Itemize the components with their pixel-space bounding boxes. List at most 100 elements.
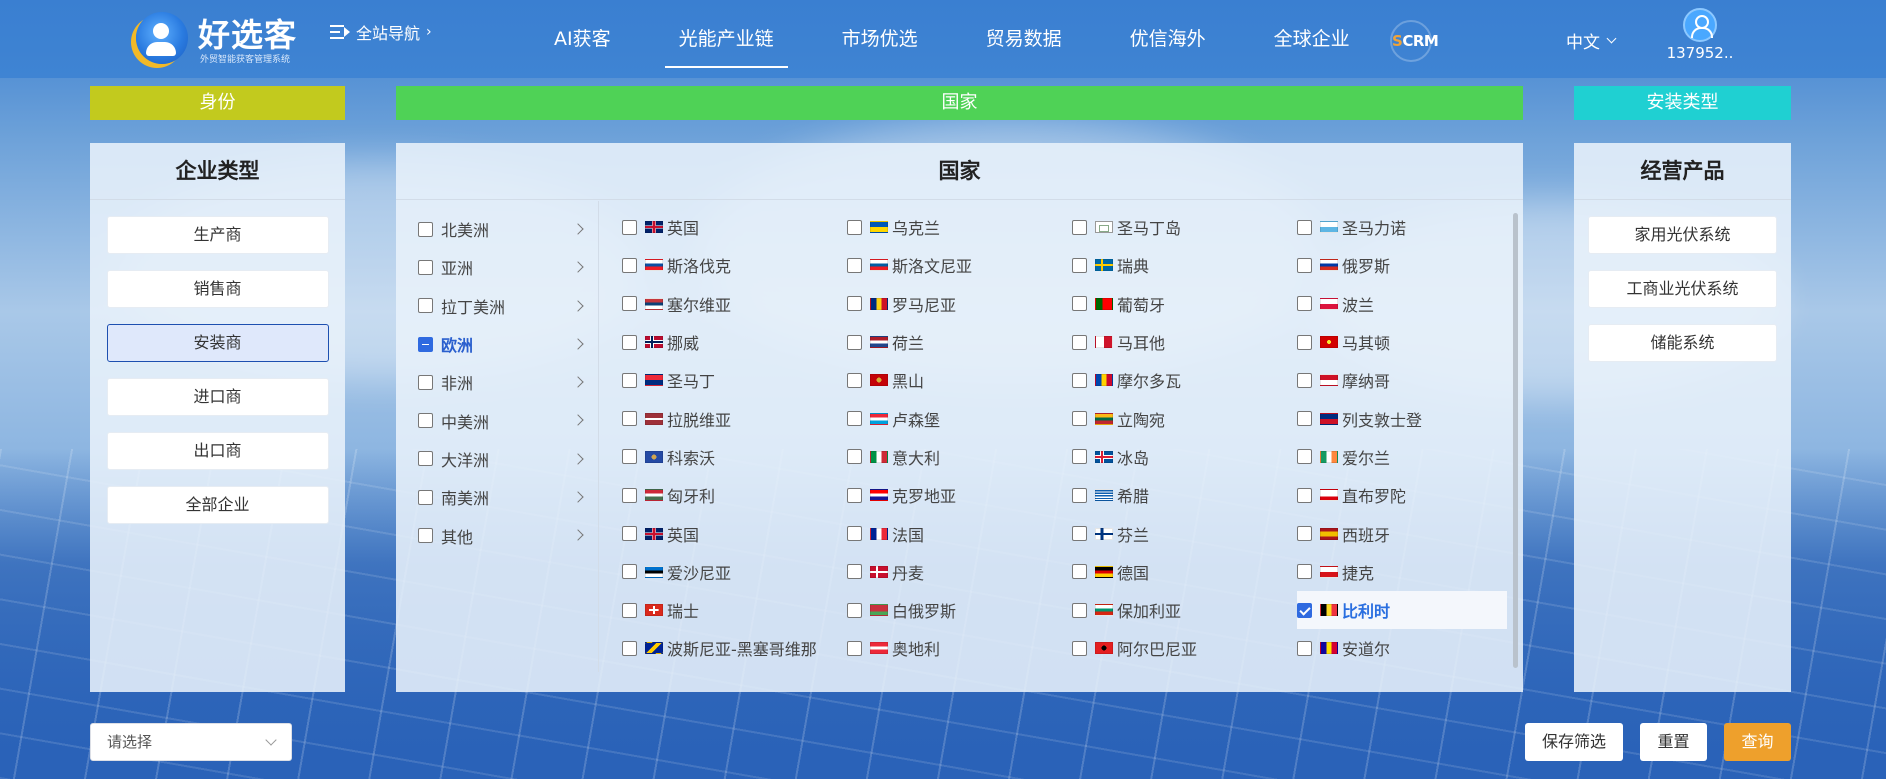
region-item[interactable]: 中美洲 bbox=[396, 401, 598, 439]
country-option[interactable]: 英国 bbox=[622, 514, 847, 552]
nav-item-1[interactable]: 光能产业链 bbox=[645, 0, 808, 70]
country-checkbox[interactable] bbox=[1072, 526, 1087, 542]
region-checkbox[interactable] bbox=[418, 489, 433, 505]
country-option[interactable]: 德国 bbox=[1072, 553, 1297, 591]
country-option[interactable]: 西班牙 bbox=[1297, 514, 1507, 552]
country-checkbox[interactable] bbox=[1072, 640, 1087, 656]
country-option[interactable]: 黑山 bbox=[847, 361, 1072, 399]
region-checkbox[interactable] bbox=[418, 528, 433, 544]
country-option[interactable]: 安道尔 bbox=[1297, 629, 1507, 667]
country-checkbox[interactable] bbox=[1297, 372, 1312, 388]
country-checkbox[interactable] bbox=[1297, 219, 1312, 235]
country-option[interactable]: 意大利 bbox=[847, 438, 1072, 476]
region-checkbox[interactable] bbox=[418, 451, 433, 467]
country-checkbox[interactable] bbox=[1072, 372, 1087, 388]
country-option[interactable]: 芬兰 bbox=[1072, 514, 1297, 552]
country-checkbox[interactable] bbox=[622, 296, 637, 312]
country-option[interactable]: 圣马丁岛 bbox=[1072, 208, 1297, 246]
country-option[interactable]: 冰岛 bbox=[1072, 438, 1297, 476]
region-item[interactable]: 其他 bbox=[396, 516, 598, 554]
country-option[interactable]: 科索沃 bbox=[622, 438, 847, 476]
country-checkbox[interactable] bbox=[622, 640, 637, 656]
country-checkbox[interactable] bbox=[847, 296, 862, 312]
region-checkbox[interactable] bbox=[418, 336, 433, 352]
country-option[interactable]: 丹麦 bbox=[847, 553, 1072, 591]
country-checkbox[interactable] bbox=[1297, 487, 1312, 503]
company-type-option[interactable]: 安装商 bbox=[106, 324, 329, 362]
country-option[interactable]: 葡萄牙 bbox=[1072, 285, 1297, 323]
region-item[interactable]: 南美洲 bbox=[396, 478, 598, 516]
product-option[interactable]: 家用光伏系统 bbox=[1588, 216, 1777, 254]
country-checkbox[interactable] bbox=[1072, 296, 1087, 312]
country-option[interactable]: 俄罗斯 bbox=[1297, 246, 1507, 284]
country-option[interactable]: 白俄罗斯 bbox=[847, 591, 1072, 629]
country-option[interactable]: 马耳他 bbox=[1072, 323, 1297, 361]
country-checkbox[interactable] bbox=[622, 372, 637, 388]
region-item[interactable]: 大洋洲 bbox=[396, 440, 598, 478]
country-checkbox[interactable] bbox=[847, 372, 862, 388]
country-option[interactable]: 波斯尼亚-黑塞哥维那 bbox=[622, 629, 847, 667]
country-checkbox[interactable] bbox=[847, 487, 862, 503]
country-option[interactable]: 挪威 bbox=[622, 323, 847, 361]
country-checkbox[interactable] bbox=[847, 640, 862, 656]
country-checkbox[interactable] bbox=[1072, 411, 1087, 427]
company-type-option[interactable]: 全部企业 bbox=[106, 486, 329, 524]
country-option[interactable]: 卢森堡 bbox=[847, 399, 1072, 437]
country-checkbox[interactable] bbox=[622, 219, 637, 235]
country-option[interactable]: 阿尔巴尼亚 bbox=[1072, 629, 1297, 667]
region-checkbox[interactable] bbox=[418, 298, 433, 314]
product-option[interactable]: 工商业光伏系统 bbox=[1588, 270, 1777, 308]
country-checkbox[interactable] bbox=[1297, 257, 1312, 273]
company-type-option[interactable]: 出口商 bbox=[106, 432, 329, 470]
country-checkbox[interactable] bbox=[1297, 602, 1312, 618]
country-checkbox[interactable] bbox=[847, 411, 862, 427]
country-checkbox[interactable] bbox=[622, 334, 637, 350]
country-checkbox[interactable] bbox=[1297, 334, 1312, 350]
country-option[interactable]: 奥地利 bbox=[847, 629, 1072, 667]
country-option[interactable]: 直布罗陀 bbox=[1297, 476, 1507, 514]
company-type-option[interactable]: 进口商 bbox=[106, 378, 329, 416]
region-item[interactable]: 北美洲 bbox=[396, 210, 598, 248]
country-checkbox[interactable] bbox=[1072, 564, 1087, 580]
country-option[interactable]: 圣马丁 bbox=[622, 361, 847, 399]
region-item[interactable]: 欧洲 bbox=[396, 325, 598, 363]
country-checkbox[interactable] bbox=[1297, 640, 1312, 656]
country-option[interactable]: 比利时 bbox=[1297, 590, 1507, 630]
saved-filter-select[interactable]: 请选择 bbox=[90, 723, 292, 761]
country-option[interactable]: 波兰 bbox=[1297, 285, 1507, 323]
country-checkbox[interactable] bbox=[847, 602, 862, 618]
scrm-icon[interactable]: SCRM bbox=[1390, 20, 1439, 62]
save-filter-button[interactable]: 保存筛选 bbox=[1525, 723, 1623, 761]
country-option[interactable]: 拉脱维亚 bbox=[622, 399, 847, 437]
country-checkbox[interactable] bbox=[622, 564, 637, 580]
country-option[interactable]: 瑞士 bbox=[622, 591, 847, 629]
all-site-nav-button[interactable]: 全站导航 › bbox=[330, 20, 432, 44]
country-checkbox[interactable] bbox=[1297, 411, 1312, 427]
country-option[interactable]: 列支敦士登 bbox=[1297, 399, 1507, 437]
region-checkbox[interactable] bbox=[418, 374, 433, 390]
country-checkbox[interactable] bbox=[1297, 449, 1312, 465]
company-type-option[interactable]: 生产商 bbox=[106, 216, 329, 254]
country-option[interactable]: 斯洛伐克 bbox=[622, 246, 847, 284]
country-checkbox[interactable] bbox=[622, 411, 637, 427]
country-checkbox[interactable] bbox=[622, 487, 637, 503]
nav-item-3[interactable]: 贸易数据 bbox=[952, 0, 1096, 70]
country-option[interactable]: 匈牙利 bbox=[622, 476, 847, 514]
country-checkbox[interactable] bbox=[1072, 602, 1087, 618]
country-option[interactable]: 英国 bbox=[622, 208, 847, 246]
company-type-option[interactable]: 销售商 bbox=[106, 270, 329, 308]
country-checkbox[interactable] bbox=[1297, 296, 1312, 312]
country-option[interactable]: 荷兰 bbox=[847, 323, 1072, 361]
country-checkbox[interactable] bbox=[847, 564, 862, 580]
logo[interactable]: 好选客 外贸智能获客管理系统 bbox=[136, 8, 306, 68]
country-option[interactable]: 捷克 bbox=[1297, 553, 1507, 591]
country-option[interactable]: 塞尔维亚 bbox=[622, 285, 847, 323]
region-item[interactable]: 亚洲 bbox=[396, 248, 598, 286]
country-checkbox[interactable] bbox=[847, 526, 862, 542]
reset-button[interactable]: 重置 bbox=[1640, 723, 1707, 761]
region-checkbox[interactable] bbox=[418, 259, 433, 275]
region-checkbox[interactable] bbox=[418, 221, 433, 237]
country-checkbox[interactable] bbox=[847, 257, 862, 273]
country-option[interactable]: 乌克兰 bbox=[847, 208, 1072, 246]
country-checkbox[interactable] bbox=[847, 449, 862, 465]
